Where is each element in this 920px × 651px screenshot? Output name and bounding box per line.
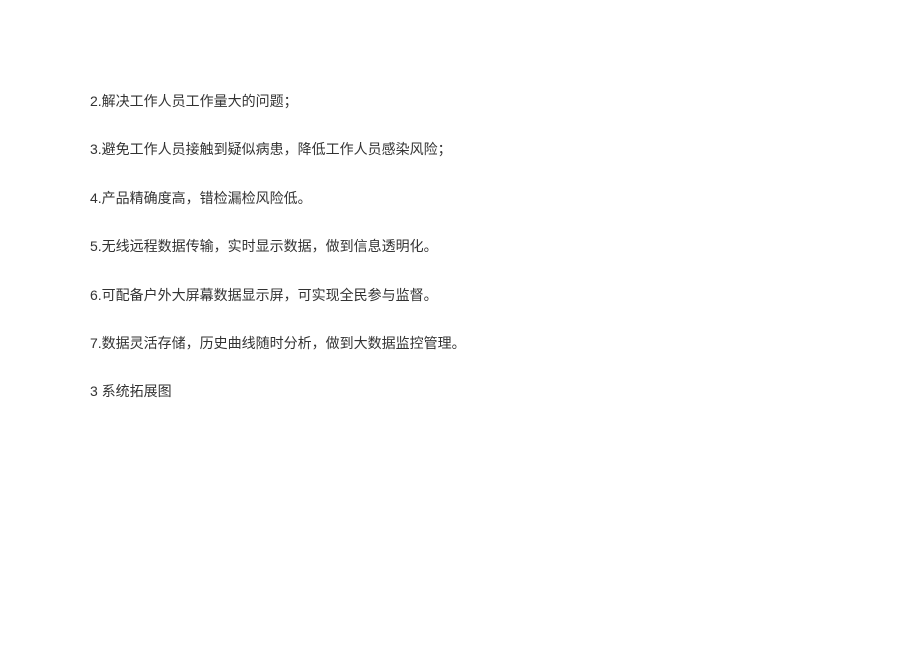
list-item-7: 7.数据灵活存储，历史曲线随时分析，做到大数据监控管理。 xyxy=(90,332,830,354)
section-heading: 3 系统拓展图 xyxy=(90,380,830,402)
list-item-3: 3.避免工作人员接触到疑似病患，降低工作人员感染风险； xyxy=(90,138,830,160)
list-item-5: 5.无线远程数据传输，实时显示数据，做到信息透明化。 xyxy=(90,235,830,257)
list-item-6: 6.可配备户外大屏幕数据显示屏，可实现全民参与监督。 xyxy=(90,284,830,306)
list-item-2: 2.解决工作人员工作量大的问题； xyxy=(90,90,830,112)
list-item-4: 4.产品精确度高，错检漏检风险低。 xyxy=(90,187,830,209)
